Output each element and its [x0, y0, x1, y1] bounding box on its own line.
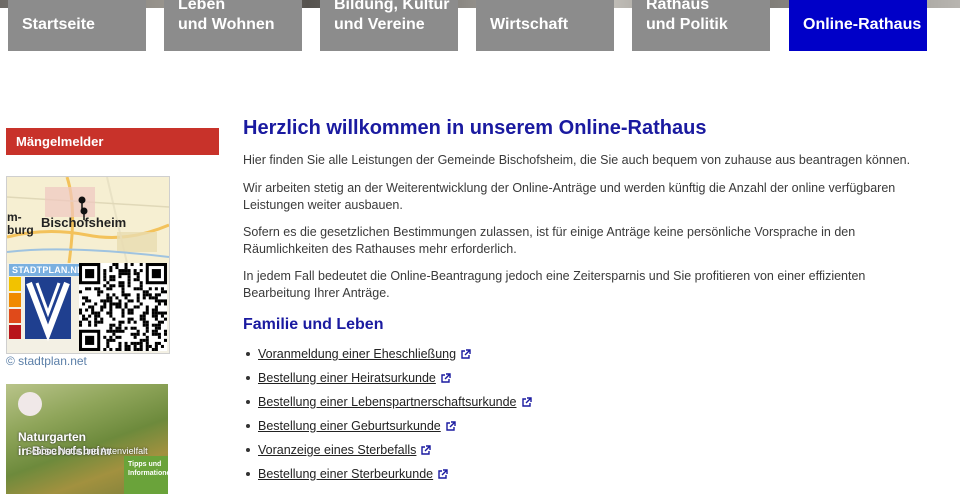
tab-label: Bildung, Kultur und Vereine	[334, 0, 450, 33]
external-link-icon	[441, 373, 451, 383]
map-city-label: Bischofsheim	[41, 215, 127, 230]
tab-label: Startseite	[22, 16, 95, 33]
tab-online-rathaus[interactable]: Online-Rathaus	[789, 0, 927, 51]
list-item: Bestellung einer Geburtsurkunde	[246, 414, 532, 438]
tab-wirtschaft[interactable]: Wirtschaft	[476, 0, 614, 51]
service-link-list: Voranmeldung einer Eheschließung Bestell…	[243, 342, 532, 486]
link-heiratsurkunde[interactable]: Bestellung einer Heiratsurkunde	[258, 371, 436, 385]
intro-paragraph: Wir arbeiten stetig an der Weiterentwick…	[243, 181, 896, 212]
link-sterbeurkunde[interactable]: Bestellung einer Sterbeurkunde	[258, 467, 433, 481]
banner-subtitle: Schöne Natur und Artenvielfalt	[26, 446, 148, 456]
stadtplan-logo-icon	[9, 277, 71, 342]
list-item: Bestellung einer Heiratsurkunde	[246, 366, 532, 390]
link-lebenspartnerschaftsurkunde[interactable]: Bestellung einer Lebenspartnerschaftsurk…	[258, 395, 517, 409]
main-navigation: Startseite Leben und Wohnen Bildung, Kul…	[0, 0, 960, 52]
maengelmelder-button[interactable]: Mängelmelder	[6, 128, 219, 155]
external-link-icon	[421, 445, 432, 455]
link-voranmeldung-eheschliessung[interactable]: Voranmeldung einer Eheschließung	[258, 347, 456, 361]
external-link-icon	[438, 469, 448, 479]
naturgarten-banner[interactable]: Naturgarten in Bischofsheim Schöne Natur…	[6, 384, 168, 494]
banner-logo-icon	[18, 392, 42, 416]
external-link-icon	[461, 349, 471, 359]
tab-label: Leben und Wohnen	[178, 0, 275, 33]
tab-label: Online-Rathaus	[803, 16, 922, 33]
stadtplan-widget[interactable]: Bischofsheim m- burg STADTPLAN.NET	[6, 176, 170, 354]
tab-label: Wirtschaft	[490, 16, 569, 33]
page-title: Herzlich willkommen in unserem Online-Ra…	[243, 117, 707, 139]
list-item: Bestellung einer Lebenspartnerschaftsurk…	[246, 390, 532, 414]
qr-code-icon	[79, 263, 167, 351]
list-item: Voranmeldung einer Eheschließung	[246, 342, 532, 366]
sidebar: Mängelmelder Bischofsheim m- burg STADTP…	[6, 128, 219, 494]
list-item: Bestellung einer Sterbeurkunde	[246, 462, 532, 486]
tab-startseite[interactable]: Startseite	[8, 0, 146, 51]
main-content: Herzlich willkommen in unserem Online-Ra…	[243, 114, 933, 481]
link-geburtsurkunde[interactable]: Bestellung einer Geburtsurkunde	[258, 419, 441, 433]
external-link-icon	[521, 397, 532, 407]
external-link-icon	[446, 421, 456, 431]
tab-rathaus-und-politik[interactable]: Rathaus und Politik	[632, 0, 770, 51]
map-preview: Bischofsheim m- burg	[7, 177, 169, 263]
stadtplan-copyright[interactable]: © stadtplan.net	[6, 354, 87, 368]
tab-bildung-kultur-vereine[interactable]: Bildung, Kultur und Vereine	[320, 0, 458, 51]
map-edge-label: m- burg	[7, 210, 34, 237]
tab-leben-und-wohnen[interactable]: Leben und Wohnen	[164, 0, 302, 51]
link-voranzeige-sterbefall[interactable]: Voranzeige eines Sterbefalls	[258, 443, 416, 457]
banner-badge: Tipps und Informationen	[124, 456, 168, 494]
list-item: Voranzeige eines Sterbefalls	[246, 438, 532, 462]
intro-paragraph: Sofern es die gesetzlichen Bestimmungen …	[243, 225, 856, 256]
tab-label: Rathaus und Politik	[646, 0, 728, 33]
section-title-familie-und-leben: Familie und Leben	[243, 316, 384, 333]
intro-paragraph: Hier finden Sie alle Leistungen der Geme…	[243, 153, 911, 167]
intro-paragraph: In jedem Fall bedeutet die Online-Beantr…	[243, 269, 866, 300]
